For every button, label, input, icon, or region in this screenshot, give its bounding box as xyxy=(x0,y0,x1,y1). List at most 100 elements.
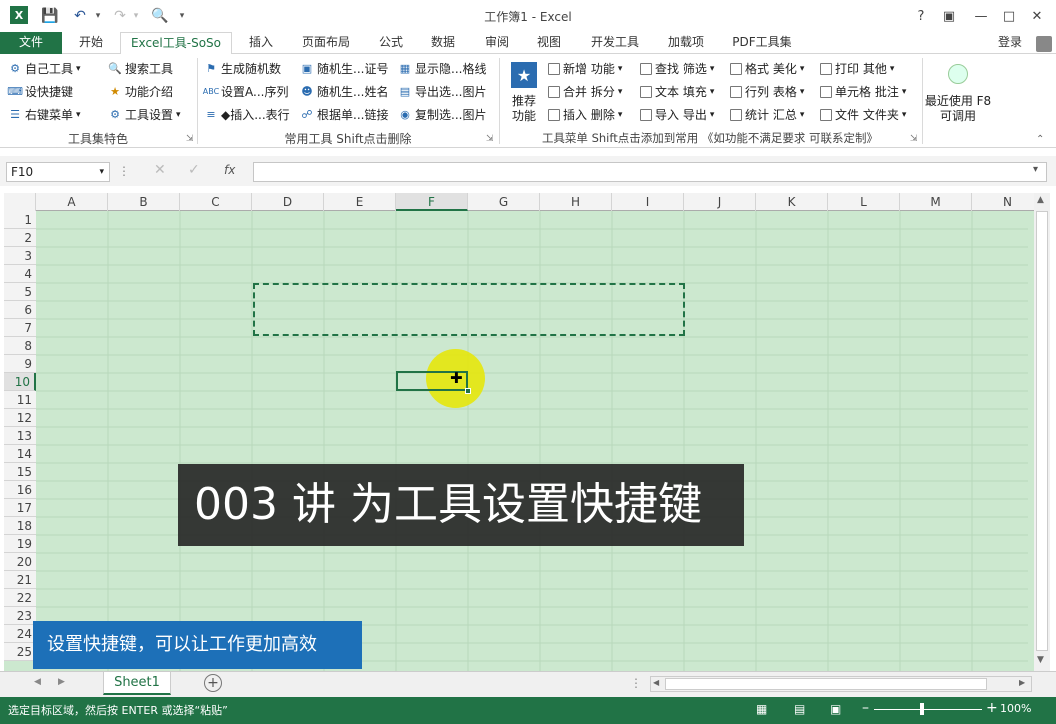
column-header[interactable]: I xyxy=(612,193,684,211)
zoom-out-icon[interactable]: – xyxy=(862,700,869,716)
row-header[interactable]: 24 xyxy=(4,625,36,643)
row-header[interactable]: 17 xyxy=(4,499,36,517)
row-header[interactable]: 22 xyxy=(4,589,36,607)
print-other-menu[interactable]: 打印 其他 ▾ xyxy=(820,59,894,79)
column-header[interactable]: G xyxy=(468,193,540,211)
row-header[interactable]: 7 xyxy=(4,319,36,337)
chevron-down-icon[interactable]: ▾ xyxy=(99,163,104,181)
tab-view[interactable]: 视图 xyxy=(526,32,572,54)
tab-split-icon[interactable]: ⋮ xyxy=(630,676,642,690)
scroll-right-icon[interactable]: ▶ xyxy=(1019,678,1025,687)
ribbon-display-icon[interactable]: ▣ xyxy=(936,6,962,26)
help-icon[interactable]: ? xyxy=(908,6,934,26)
feature-intro-button[interactable]: ★ 功能介绍 xyxy=(108,82,173,102)
insert-function-icon[interactable]: fx xyxy=(224,163,235,177)
normal-view-icon[interactable]: ▦ xyxy=(756,702,767,716)
row-header[interactable]: 15 xyxy=(4,463,36,481)
cell-comment-menu[interactable]: 单元格 批注 ▾ xyxy=(820,82,906,102)
set-sequence-button[interactable]: ABC 设置A...序列 xyxy=(203,82,289,102)
page-break-view-icon[interactable]: ▣ xyxy=(830,702,841,716)
tab-excel-tools-soso[interactable]: Excel工具-SoSo xyxy=(120,32,232,55)
file-folder-menu[interactable]: 文件 文件夹 ▾ xyxy=(820,105,906,125)
statistics-summary-menu[interactable]: 统计 汇总 ▾ xyxy=(730,105,804,125)
row-header[interactable]: 3 xyxy=(4,247,36,265)
search-tools-button[interactable]: 🔍 搜索工具 xyxy=(108,59,173,79)
prev-sheet-icon[interactable]: ◀ xyxy=(34,677,41,687)
text-fill-menu[interactable]: 文本 填充 ▾ xyxy=(640,82,714,102)
row-header[interactable]: 13 xyxy=(4,427,36,445)
scroll-thumb[interactable] xyxy=(1036,211,1048,651)
enter-icon[interactable]: ✓ xyxy=(188,162,200,178)
formula-input[interactable] xyxy=(253,162,1047,182)
zoom-level[interactable]: 100% xyxy=(1000,702,1031,715)
account-avatar[interactable] xyxy=(1036,36,1052,52)
tab-review[interactable]: 审阅 xyxy=(474,32,520,54)
row-column-table-menu[interactable]: 行列 表格 ▾ xyxy=(730,82,804,102)
row-header[interactable]: 8 xyxy=(4,337,36,355)
row-header[interactable]: 19 xyxy=(4,535,36,553)
link-from-cell-button[interactable]: ☍ 根据单...链接 xyxy=(300,105,388,125)
insert-rows-button[interactable]: ≡ ◆插入...表行 xyxy=(204,105,289,125)
row-header[interactable]: 20 xyxy=(4,553,36,571)
random-id-button[interactable]: ▣ 随机生...证号 xyxy=(300,59,389,79)
zoom-in-icon[interactable]: + xyxy=(986,700,998,716)
expand-formula-icon[interactable]: ▾ xyxy=(1033,164,1038,175)
tab-file[interactable]: 文件 xyxy=(0,32,62,54)
maximize-icon[interactable]: □ xyxy=(996,6,1022,26)
copy-image-button[interactable]: ◉ 复制选...图片 xyxy=(398,105,486,125)
vertical-scrollbar[interactable]: ▲ ▼ xyxy=(1034,193,1050,671)
horizontal-scrollbar[interactable]: ◀ ▶ xyxy=(650,676,1032,692)
my-tools-button[interactable]: ⚙ 自己工具 ▾ xyxy=(8,59,80,79)
context-menu-button[interactable]: ☰ 右键菜单 ▾ xyxy=(8,105,80,125)
sheet-tab-sheet1[interactable]: Sheet1 xyxy=(103,672,171,695)
scroll-down-icon[interactable]: ▼ xyxy=(1037,655,1044,665)
tool-settings-button[interactable]: ⚙ 工具设置 ▾ xyxy=(108,105,180,125)
row-header[interactable]: 16 xyxy=(4,481,36,499)
row-header[interactable]: 1 xyxy=(4,211,36,229)
page-layout-view-icon[interactable]: ▤ xyxy=(794,702,805,716)
collapse-ribbon-icon[interactable]: ⌃ xyxy=(1036,134,1044,145)
tab-addins[interactable]: 加载项 xyxy=(656,32,716,54)
minimize-icon[interactable]: — xyxy=(968,6,994,26)
row-header[interactable]: 23 xyxy=(4,607,36,625)
column-header[interactable]: C xyxy=(180,193,252,211)
recommend-button[interactable]: 推荐 功能 xyxy=(503,94,545,124)
toggle-gridlines-button[interactable]: ▦ 显示隐...格线 xyxy=(398,59,487,79)
zoom-slider-thumb[interactable] xyxy=(920,703,924,715)
row-header[interactable]: 5 xyxy=(4,283,36,301)
tab-home[interactable]: 开始 xyxy=(68,32,114,54)
row-header[interactable]: 9 xyxy=(4,355,36,373)
set-shortcut-button[interactable]: ⌨ 设快捷键 xyxy=(7,82,73,102)
column-header[interactable]: M xyxy=(900,193,972,211)
column-header[interactable]: B xyxy=(108,193,180,211)
login-link[interactable]: 登录 xyxy=(990,32,1030,54)
name-box[interactable]: F10 ▾ xyxy=(6,162,110,182)
row-header[interactable]: 18 xyxy=(4,517,36,535)
column-header[interactable]: D xyxy=(252,193,324,211)
column-header[interactable]: A xyxy=(36,193,108,211)
tab-formulas[interactable]: 公式 xyxy=(368,32,414,54)
find-filter-menu[interactable]: 查找 筛选 ▾ xyxy=(640,59,714,79)
column-header[interactable]: J xyxy=(684,193,756,211)
export-image-button[interactable]: ▤ 导出选...图片 xyxy=(398,82,487,102)
scroll-up-icon[interactable]: ▲ xyxy=(1037,195,1044,205)
group-launcher-icon[interactable]: ⇲ xyxy=(486,134,494,144)
new-feature-menu[interactable]: 新增 功能 ▾ xyxy=(548,59,622,79)
group-launcher-icon[interactable]: ⇲ xyxy=(186,134,194,144)
format-beautify-menu[interactable]: 格式 美化 ▾ xyxy=(730,59,804,79)
h-scroll-thumb[interactable] xyxy=(665,678,987,690)
next-sheet-icon[interactable]: ▶ xyxy=(58,677,65,687)
row-header[interactable]: 14 xyxy=(4,445,36,463)
merge-split-menu[interactable]: 合并 拆分 ▾ xyxy=(548,82,622,102)
close-icon[interactable]: ✕ xyxy=(1024,6,1050,26)
select-all-corner[interactable] xyxy=(4,193,36,211)
row-header[interactable]: 12 xyxy=(4,409,36,427)
group-launcher-icon[interactable]: ⇲ xyxy=(910,134,918,144)
row-header[interactable]: 25 xyxy=(4,643,36,661)
row-header[interactable]: 11 xyxy=(4,391,36,409)
cancel-icon[interactable]: ✕ xyxy=(154,162,166,178)
add-sheet-icon[interactable]: + xyxy=(204,674,222,692)
row-header[interactable]: 2 xyxy=(4,229,36,247)
import-export-menu[interactable]: 导入 导出 ▾ xyxy=(640,105,714,125)
zoom-slider-track[interactable] xyxy=(874,709,982,710)
